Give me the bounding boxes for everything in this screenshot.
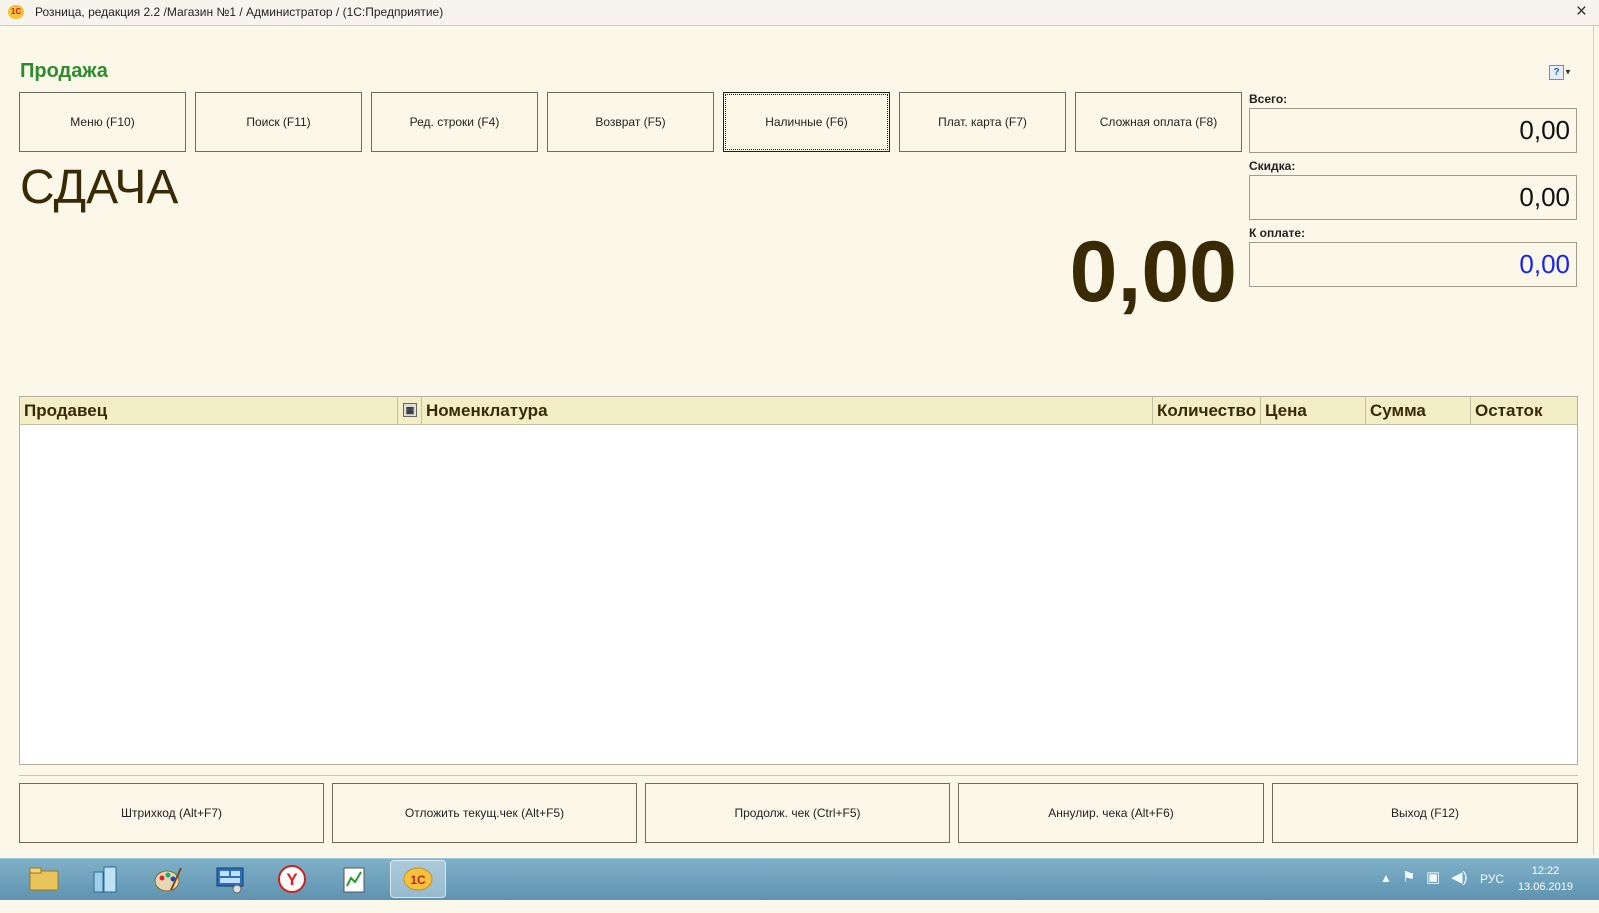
window-title: Розница, редакция 2.2 /Магазин №1 / Адми… xyxy=(35,5,444,19)
svg-text:Y: Y xyxy=(286,870,298,889)
help-icon: ? xyxy=(1549,65,1564,80)
total-field[interactable]: 0,00 xyxy=(1249,108,1577,153)
items-table[interactable]: Продавец ▦ Номенклатура Количество Цена … xyxy=(19,396,1578,765)
help-button[interactable]: ? ▼ xyxy=(1549,64,1573,82)
network-icon[interactable]: ▣ xyxy=(1426,868,1440,909)
taskbar: Y 1С ▲ ⚑ ▣ ◀) РУС 12:22 13.06.2019 xyxy=(0,858,1599,900)
column-remainder[interactable]: Остаток xyxy=(1471,397,1577,424)
clock[interactable]: 12:22 13.06.2019 xyxy=(1518,863,1573,895)
chevron-down-icon: ▼ xyxy=(1564,67,1572,77)
yandex-browser-icon[interactable]: Y xyxy=(276,863,308,895)
chart-notepad-icon[interactable] xyxy=(338,863,370,895)
clock-date: 13.06.2019 xyxy=(1517,881,1573,893)
page-title: Продажа xyxy=(20,60,108,82)
card-payment-button[interactable]: Плат. карта (F7) xyxy=(899,92,1066,152)
control-panel-icon[interactable] xyxy=(214,863,246,895)
1c-app-icon: 1С xyxy=(8,5,24,19)
to-pay-field[interactable]: 0,00 xyxy=(1249,242,1577,287)
paint-icon[interactable] xyxy=(152,863,184,895)
search-button[interactable]: Поиск (F11) xyxy=(195,92,362,152)
folder-icon[interactable] xyxy=(28,863,60,895)
buildings-icon[interactable] xyxy=(90,863,122,895)
column-price[interactable]: Цена xyxy=(1261,397,1366,424)
total-label: Всего: xyxy=(1249,92,1288,106)
barcode-button[interactable]: Штрихкод (Alt+F7) xyxy=(19,783,324,843)
cancel-receipt-button[interactable]: Аннулир. чека (Alt+F6) xyxy=(958,783,1264,843)
edit-row-button[interactable]: Ред. строки (F4) xyxy=(371,92,538,152)
language-indicator[interactable]: РУС xyxy=(1480,872,1504,913)
complex-payment-button[interactable]: Сложная оплата (F8) xyxy=(1075,92,1242,152)
return-button[interactable]: Возврат (F5) xyxy=(547,92,714,152)
column-seller[interactable]: Продавец xyxy=(20,397,398,424)
discount-field[interactable]: 0,00 xyxy=(1249,175,1577,220)
continue-receipt-button[interactable]: Продолж. чек (Ctrl+F5) xyxy=(645,783,950,843)
table-header: Продавец ▦ Номенклатура Количество Цена … xyxy=(20,397,1577,425)
show-hidden-icons[interactable]: ▲ xyxy=(1380,871,1392,912)
column-quantity[interactable]: Количество xyxy=(1153,397,1261,424)
menu-button[interactable]: Меню (F10) xyxy=(19,92,186,152)
column-sum[interactable]: Сумма xyxy=(1366,397,1471,424)
clock-time: 12:22 xyxy=(1531,865,1560,877)
change-label: СДАЧА xyxy=(20,161,179,214)
to-pay-label: К оплате: xyxy=(1249,226,1306,240)
discount-label: Скидка: xyxy=(1249,159,1296,173)
close-icon[interactable]: × xyxy=(1576,1,1587,23)
cash-payment-button[interactable]: Наличные (F6) xyxy=(723,92,890,152)
postpone-receipt-button[interactable]: Отложить текущ.чек (Alt+F5) xyxy=(332,783,637,843)
divider xyxy=(19,775,1578,776)
exit-button[interactable]: Выход (F12) xyxy=(1272,783,1578,843)
picture-icon: ▦ xyxy=(403,403,417,417)
1c-icon[interactable]: 1С xyxy=(390,860,446,898)
volume-icon[interactable]: ◀) xyxy=(1451,868,1468,909)
window-titlebar: 1С Розница, редакция 2.2 /Магазин №1 / А… xyxy=(0,0,1599,26)
svg-text:1С: 1С xyxy=(410,873,426,887)
column-picture[interactable]: ▦ xyxy=(398,397,422,424)
column-nomenclature[interactable]: Номенклатура xyxy=(422,397,1153,424)
change-value: 0,00 xyxy=(1069,224,1237,320)
flag-icon[interactable]: ⚑ xyxy=(1402,868,1415,909)
